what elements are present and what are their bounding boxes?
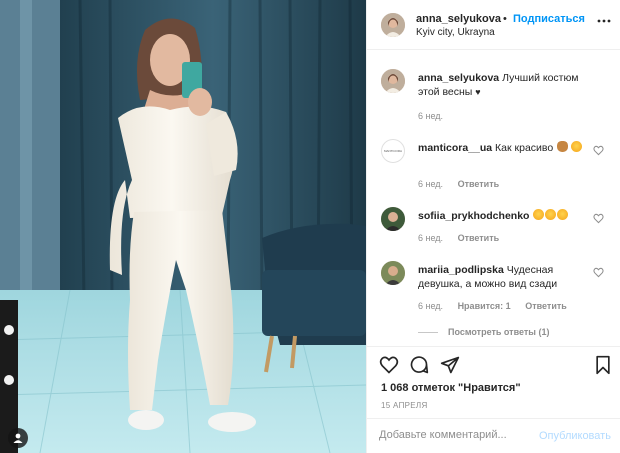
add-comment-input[interactable]	[379, 429, 519, 441]
comment-text-block: sofiia_prykhodchenko	[418, 209, 588, 223]
header-separator: •	[503, 13, 507, 25]
comment-meta: 6 нед. Ответить	[418, 179, 511, 189]
author-username[interactable]: anna_selyukova	[416, 13, 501, 25]
caption-text-block: anna_selyukova Лучший костюм этой весны …	[418, 71, 588, 99]
heart-emoji-icon: ♥	[475, 87, 481, 97]
follow-button[interactable]: Подписаться	[513, 13, 585, 25]
add-comment-bar: Опубликовать	[367, 418, 620, 453]
comment-like-heart-icon[interactable]	[593, 145, 604, 156]
comment-text: Как красиво	[495, 142, 554, 154]
likes-count[interactable]: 1 068 отметок "Нравится"	[381, 382, 521, 394]
reply-button[interactable]: Ответить	[458, 233, 500, 243]
caption-username[interactable]: anna_selyukova	[418, 72, 499, 84]
caption-avatar[interactable]	[381, 69, 405, 93]
post-actions: 1 068 отметок "Нравится" 15 АПРЕЛЯ	[367, 346, 620, 416]
heart-eyes-emoji-icon	[545, 209, 557, 220]
heart-icon[interactable]	[379, 355, 399, 375]
comment-meta: 6 нед. Нравится: 1 Ответить	[418, 301, 579, 311]
view-replies-label: Посмотреть ответы (1)	[448, 327, 550, 337]
comment-username[interactable]: manticora__ua	[418, 142, 492, 154]
heart-eyes-emoji-icon	[533, 209, 545, 220]
comment-time[interactable]: 6 нед.	[418, 301, 443, 311]
more-icon[interactable]	[597, 14, 611, 28]
commenter-avatar-logo: MANTICORA	[384, 149, 402, 153]
photo-scene	[0, 0, 366, 453]
comment-icon[interactable]	[409, 355, 429, 375]
post-sidebar: anna_selyukova • Подписаться Kyiv city, …	[366, 0, 620, 453]
bookmark-icon[interactable]	[593, 355, 613, 375]
caption-meta: 6 нед.	[418, 111, 455, 121]
comment-time[interactable]: 6 нед.	[418, 179, 443, 189]
caption-time[interactable]: 6 нед.	[418, 111, 443, 121]
comment-meta: 6 нед. Ответить	[418, 233, 511, 243]
post-date[interactable]: 15 АПРЕЛЯ	[381, 401, 428, 410]
clapping-hands-emoji-icon	[557, 141, 569, 152]
author-avatar[interactable]	[381, 13, 405, 37]
comment-time[interactable]: 6 нед.	[418, 233, 443, 243]
view-replies-button[interactable]: Посмотреть ответы (1)	[418, 327, 549, 337]
post-header: anna_selyukova • Подписаться Kyiv city, …	[367, 0, 620, 50]
comment-text-block: manticora__ua Как красиво	[418, 141, 588, 155]
share-icon[interactable]	[440, 355, 460, 375]
comment-likes-count[interactable]: Нравится: 1	[458, 301, 511, 311]
comment-username[interactable]: mariia_podlipska	[418, 264, 504, 276]
reply-button[interactable]: Ответить	[458, 179, 500, 189]
post-location[interactable]: Kyiv city, Ukrayna	[416, 27, 495, 38]
tagged-user-icon[interactable]	[8, 428, 28, 448]
publish-button[interactable]: Опубликовать	[539, 430, 611, 442]
heart-eyes-emoji-icon	[557, 209, 569, 220]
instagram-post: anna_selyukova • Подписаться Kyiv city, …	[0, 0, 620, 453]
commenter-avatar[interactable]: MANTICORA	[381, 139, 405, 163]
commenter-avatar[interactable]	[381, 261, 405, 285]
comment-username[interactable]: sofiia_prykhodchenko	[418, 210, 529, 222]
post-photo[interactable]	[0, 0, 366, 453]
reply-button[interactable]: Ответить	[525, 301, 567, 311]
replies-divider-line	[418, 332, 438, 334]
comment-like-heart-icon[interactable]	[593, 213, 604, 224]
comment-like-heart-icon[interactable]	[593, 267, 604, 278]
heart-eyes-emoji-icon	[571, 141, 583, 152]
comment-text-block: mariia_podlipska Чудесная девушка, а мож…	[418, 263, 588, 291]
comments-list: anna_selyukova Лучший костюм этой весны …	[367, 51, 620, 346]
commenter-avatar[interactable]	[381, 207, 405, 231]
